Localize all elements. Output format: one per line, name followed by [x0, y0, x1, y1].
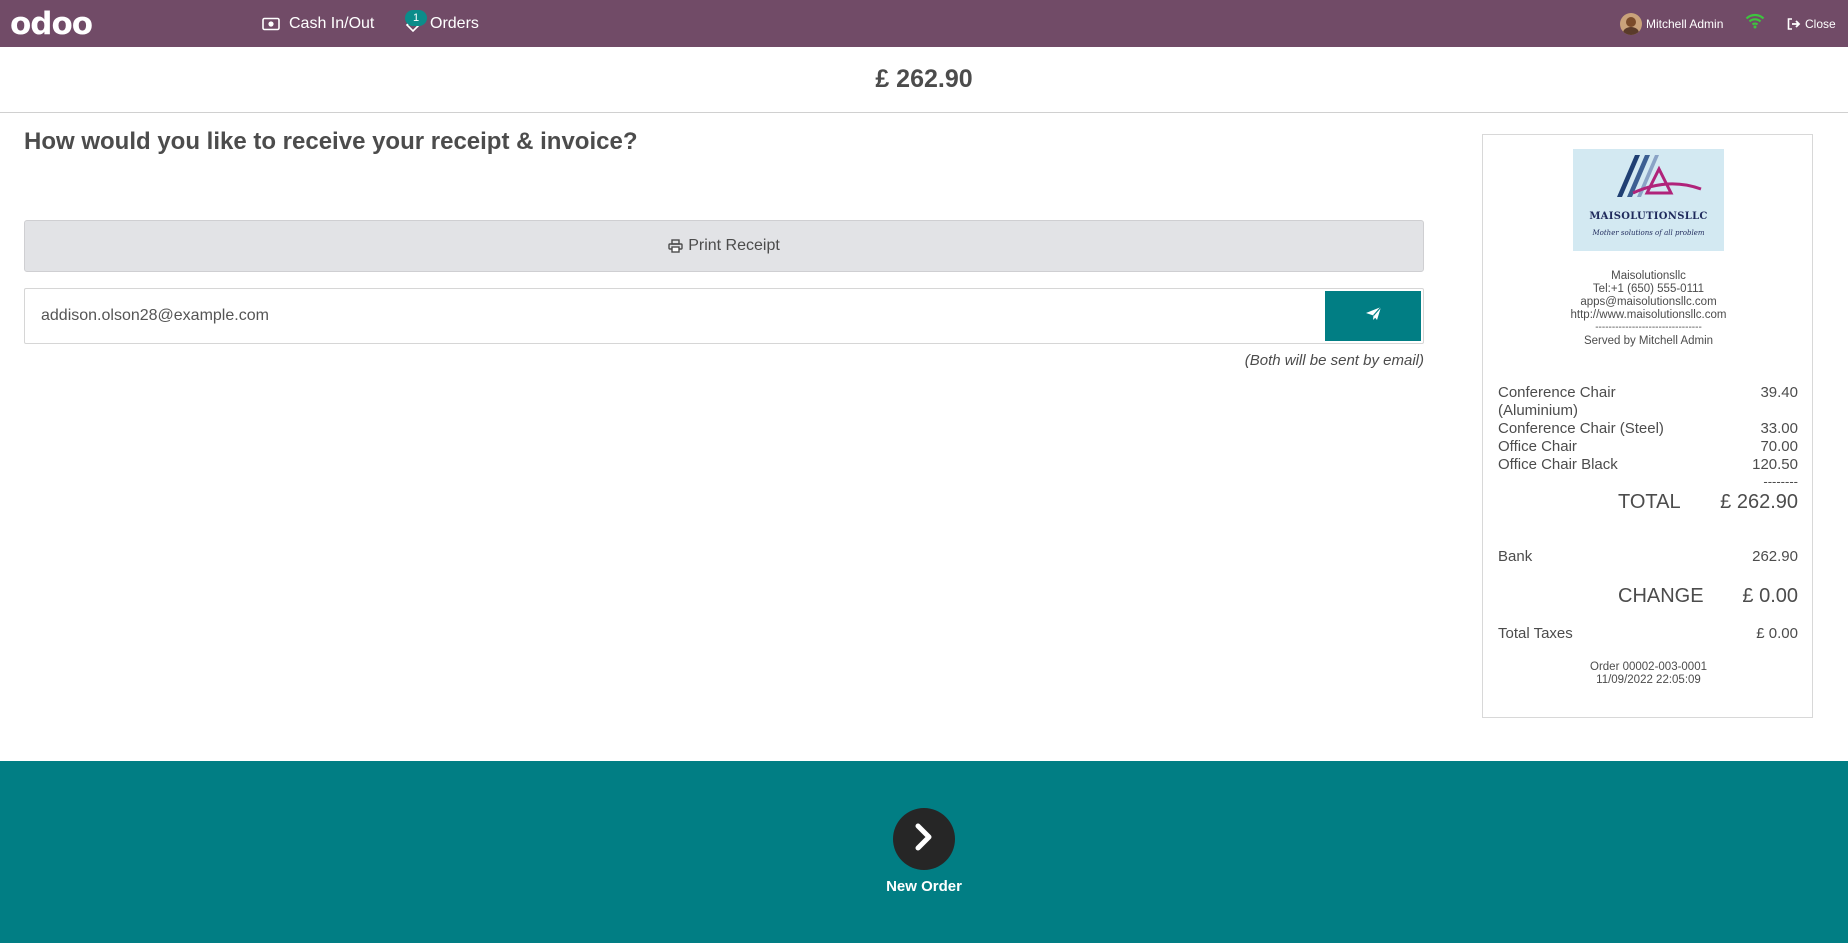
money-icon	[262, 17, 280, 31]
line-name: Office Chair Black	[1498, 456, 1618, 473]
total-amount: £ 262.90	[875, 65, 973, 93]
close-button[interactable]: Close	[1787, 0, 1836, 47]
new-order-button[interactable]	[893, 808, 955, 870]
orders-count-badge: 1	[405, 10, 427, 26]
new-order-label: New Order	[886, 878, 962, 895]
receipt-line: Conference Chair (Steel) 33.00	[1498, 420, 1798, 438]
odoo-logo: odoo	[10, 6, 93, 42]
receipt-question: How would you like to receive your recei…	[24, 128, 638, 155]
receipt-preview: MAISOLUTIONSLLC Mother solutions of all …	[1482, 134, 1813, 718]
send-email-button[interactable]	[1325, 291, 1421, 341]
logo-tagline: Mother solutions of all problem	[1592, 229, 1705, 237]
line-name: Conference Chair (Aluminium)	[1498, 384, 1616, 419]
amount-header: £ 262.90	[0, 47, 1848, 113]
print-icon	[668, 239, 683, 253]
chevron-right-icon	[913, 823, 935, 856]
footer-bar: New Order	[0, 761, 1848, 943]
taxes-line: Total Taxes £ 0.00	[1498, 625, 1798, 643]
line-name: Conference Chair (Steel)	[1498, 420, 1664, 437]
user-name: Mitchell Admin	[1646, 16, 1724, 31]
sign-out-icon	[1787, 17, 1801, 30]
header-separator: --------------------------------	[1595, 322, 1702, 333]
company-name: Maisolutionsllc	[1611, 270, 1686, 282]
wifi-icon	[1745, 13, 1765, 34]
served-by: Served by Mitchell Admin	[1583, 335, 1714, 347]
line-name: Office Chair	[1498, 438, 1577, 455]
paper-plane-icon	[1365, 306, 1382, 326]
line-price: 70.00	[1760, 438, 1798, 455]
email-note: (Both will be sent by email)	[1244, 352, 1424, 369]
top-navbar: odoo Cash In/Out Orders 1 Mitchell Admin…	[0, 0, 1848, 47]
total-value: £ 262.90	[1720, 491, 1798, 513]
taxes-value: £ 0.00	[1756, 625, 1798, 642]
total-label: TOTAL	[1618, 491, 1681, 513]
cash-in-out-label: Cash In/Out	[289, 14, 375, 32]
print-receipt-label: Print Receipt	[688, 237, 780, 254]
line-price: 33.00	[1760, 420, 1798, 437]
taxes-label: Total Taxes	[1498, 625, 1573, 642]
avatar	[1620, 12, 1642, 35]
order-reference: Order 00002-003-0001	[1590, 661, 1707, 673]
company-logo: MAISOLUTIONSLLC Mother solutions of all …	[1573, 149, 1724, 251]
orders-label: Orders	[430, 14, 479, 32]
order-date: 11/09/2022 22:05:09	[1596, 674, 1701, 686]
company-phone: Tel:+1 (650) 555-0111	[1592, 283, 1705, 295]
email-field-group	[24, 288, 1424, 344]
receipt-line: Office Chair 70.00	[1498, 438, 1798, 456]
company-email: apps@maisolutionsllc.com	[1580, 296, 1717, 308]
cash-in-out-button[interactable]: Cash In/Out	[262, 0, 374, 47]
line-price: 39.40	[1760, 384, 1798, 401]
change-value: £ 0.00	[1742, 585, 1798, 607]
logo-name: MAISOLUTIONSLLC	[1589, 211, 1708, 222]
user-menu[interactable]: Mitchell Admin	[1620, 0, 1723, 47]
line-price: 120.50	[1752, 456, 1798, 473]
close-label: Close	[1805, 16, 1836, 31]
receipt-line: Office Chair Black 120.50	[1498, 456, 1798, 474]
total-separator: --------	[1763, 474, 1798, 489]
payment-amount: 262.90	[1752, 548, 1798, 565]
change-label: CHANGE	[1618, 585, 1704, 607]
print-receipt-button[interactable]: Print Receipt	[24, 220, 1424, 272]
payment-method: Bank	[1498, 548, 1533, 565]
payment-line: Bank 262.90	[1498, 548, 1798, 566]
receipt-line: Conference Chair (Aluminium) 39.40	[1498, 384, 1798, 420]
email-input[interactable]	[41, 289, 1321, 343]
